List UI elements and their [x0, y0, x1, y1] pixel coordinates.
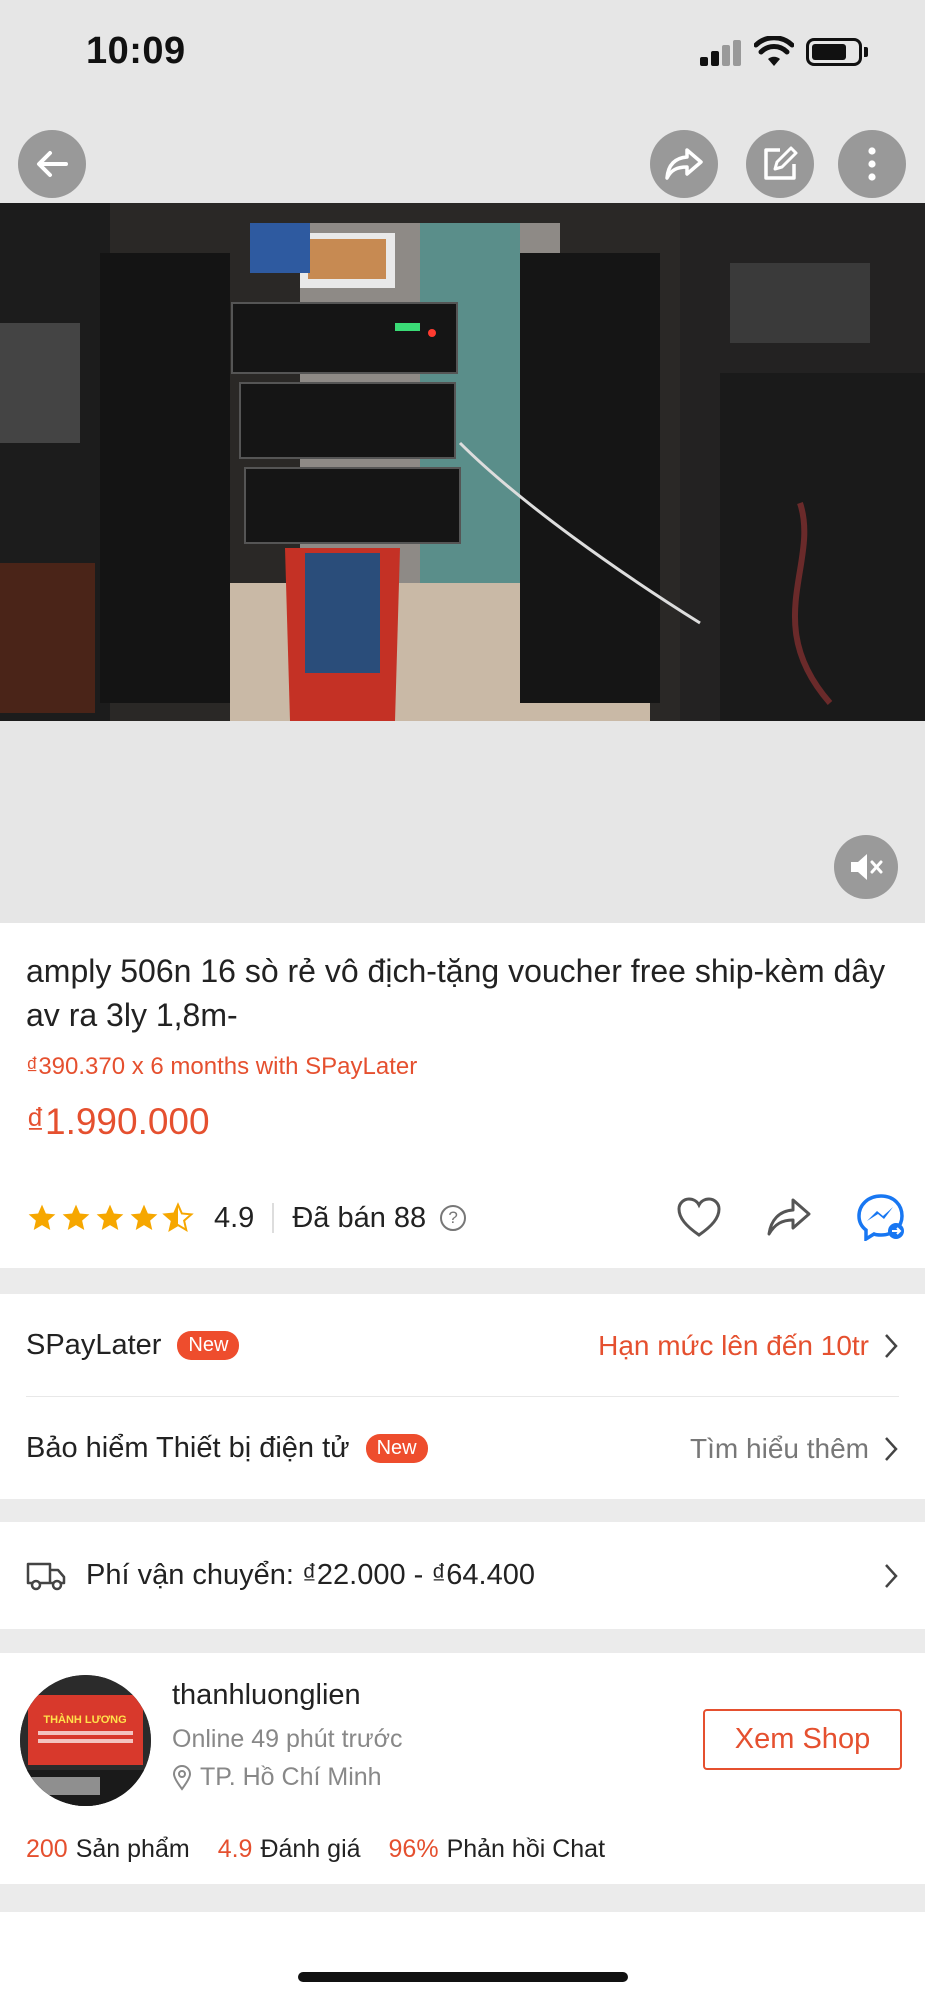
share-top-button[interactable]: [650, 130, 718, 198]
share-icon: [665, 148, 703, 180]
spaylater-limit-text: Hạn mức lên đến 10tr: [598, 1329, 869, 1361]
installment-text[interactable]: ₫390.370 x 6 months with SPayLater: [26, 1053, 417, 1081]
product-actions: [676, 1193, 906, 1241]
next-section: [0, 1912, 925, 2000]
shipping-row[interactable]: Phí vận chuyển: ₫22.000 - ₫64.400: [26, 1524, 899, 1627]
new-badge: New: [365, 1434, 428, 1463]
product-price: ₫1.990.000: [26, 1101, 210, 1142]
home-indicator[interactable]: [298, 1972, 628, 1982]
status-bar: 10:09: [0, 0, 925, 105]
half-star-icon: [162, 1202, 194, 1233]
product-image: [0, 203, 925, 721]
status-time: 10:09: [86, 30, 186, 72]
edit-icon: [764, 146, 798, 180]
shop-stats: 200 Sản phẩm 4.9 Đánh giá 96% Phản hồi Chat: [26, 1835, 605, 1864]
truck-icon: [26, 1562, 66, 1590]
shop-name[interactable]: thanhluonglien: [172, 1679, 361, 1712]
rating-stars: [26, 1202, 194, 1234]
shop-location-text: TP. Hồ Chí Minh: [200, 1763, 382, 1791]
location-pin-icon: [172, 1764, 192, 1791]
share-icon[interactable]: [766, 1196, 812, 1238]
shop-location: TP. Hồ Chí Minh: [172, 1763, 382, 1792]
mute-icon: [851, 854, 883, 880]
more-icon: [868, 147, 876, 181]
rating-value: 4.9: [214, 1201, 255, 1234]
payment-insurance-card: SPayLater New Hạn mức lên đến 10tr Bảo h…: [0, 1294, 925, 1499]
messenger-icon[interactable]: [856, 1193, 906, 1241]
shop-stat-rating: 4.9 Đánh giá: [217, 1835, 361, 1863]
shipping-fee: Phí vận chuyển: ₫22.000 - ₫64.400: [86, 1559, 535, 1591]
insurance-learn-more[interactable]: Tìm hiểu thêm: [690, 1397, 899, 1500]
shop-avatar[interactable]: THÀNH LƯƠNG: [20, 1675, 151, 1806]
product-media[interactable]: [0, 203, 925, 923]
avatar-text: THÀNH LƯƠNG: [43, 1713, 126, 1726]
spaylater-row[interactable]: SPayLater New Hạn mức lên đến 10tr: [26, 1294, 899, 1397]
star-icon: [62, 1204, 90, 1230]
new-badge: New: [177, 1331, 240, 1360]
help-icon[interactable]: ?: [440, 1205, 467, 1231]
product-photo[interactable]: [0, 203, 925, 721]
star-icon: [130, 1204, 158, 1230]
shop-stat-products: 200 Sản phẩm: [26, 1835, 190, 1863]
wifi-icon: [754, 36, 794, 66]
insurance-row[interactable]: Bảo hiểm Thiết bị điện tử New Tìm hiểu t…: [26, 1397, 899, 1500]
insurance-learn-more-text: Tìm hiểu thêm: [690, 1432, 869, 1464]
back-button[interactable]: [18, 130, 86, 198]
mute-button[interactable]: [834, 835, 898, 899]
shop-stat-chat-response: 96% Phản hồi Chat: [388, 1835, 606, 1863]
shipping-card[interactable]: Phí vận chuyển: ₫22.000 - ₫64.400: [0, 1522, 925, 1629]
shop-card: THÀNH LƯƠNG thanhluonglien Online 49 phú…: [0, 1653, 925, 1884]
edit-button[interactable]: [746, 130, 814, 198]
product-title: amply 506n 16 sò rẻ vô địch-tặng voucher…: [26, 953, 886, 1033]
insurance-label: Bảo hiểm Thiết bị điện tử: [26, 1432, 350, 1464]
battery-icon: [806, 38, 862, 66]
heart-icon[interactable]: [676, 1196, 722, 1238]
signal-icon: [700, 40, 744, 66]
chevron-right-icon: [885, 1436, 898, 1461]
rating-row: 4.9 Đã bán 88 ?: [26, 1193, 906, 1243]
more-button[interactable]: [838, 130, 906, 198]
shop-online-status: Online 49 phút trước: [172, 1725, 403, 1753]
product-info: amply 506n 16 sò rẻ vô địch-tặng voucher…: [0, 923, 925, 1268]
spaylater-limit[interactable]: Hạn mức lên đến 10tr: [598, 1294, 899, 1397]
chevron-right-icon: [885, 1333, 898, 1358]
star-icon: [28, 1204, 56, 1230]
chevron-right-icon: [885, 1563, 898, 1588]
star-icon: [96, 1204, 124, 1230]
back-arrow-icon: [37, 151, 68, 177]
sold-count: Đã bán 88: [292, 1201, 427, 1234]
top-bar: [0, 105, 925, 203]
view-shop-button[interactable]: Xem Shop: [703, 1709, 902, 1770]
spaylater-label: SPayLater: [26, 1329, 162, 1361]
